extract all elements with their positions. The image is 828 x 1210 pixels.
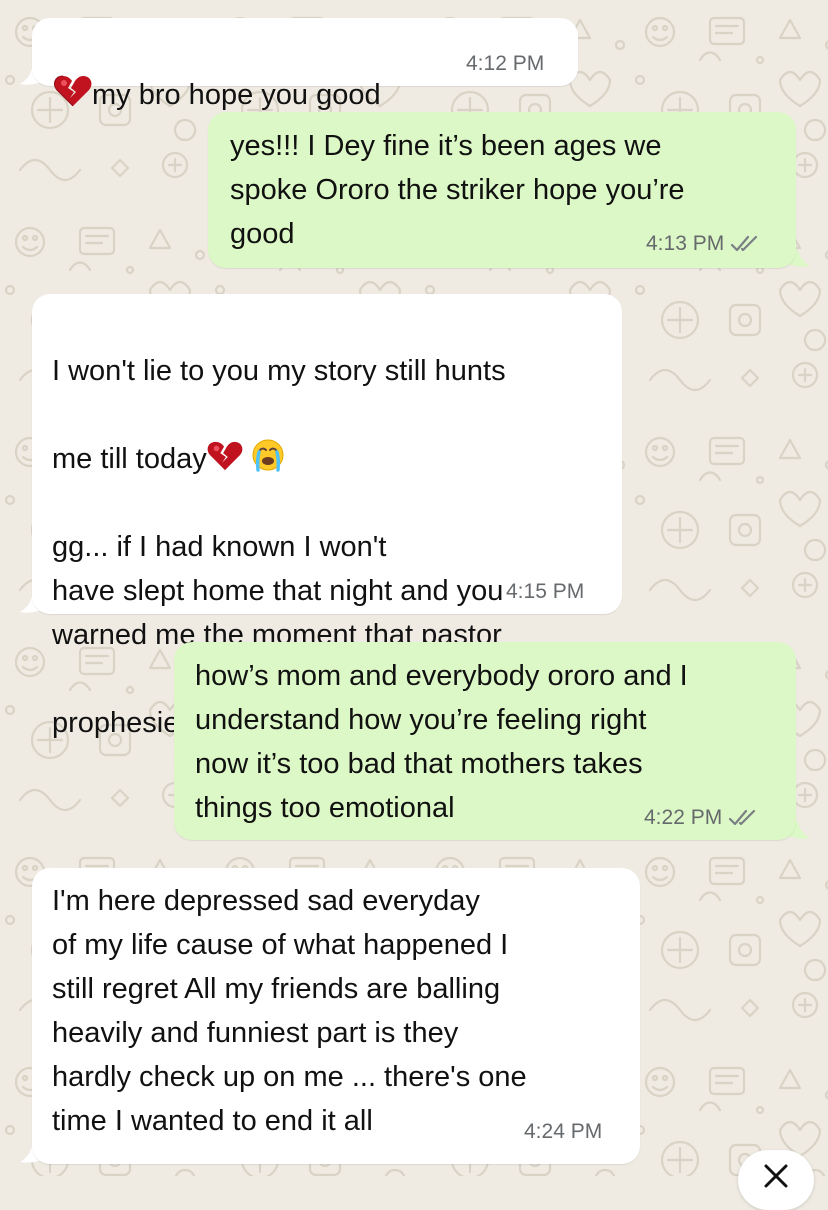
message-text: yes!!! I Dey fine it’s been ages we spok… <box>230 130 685 250</box>
close-button[interactable] <box>738 1150 814 1210</box>
message-time: 4:13 PM <box>646 232 725 255</box>
message-meta: 4:24 PM <box>524 1120 602 1144</box>
incoming-message[interactable]: I'm here depressed sad everyday of my li… <box>32 868 640 1164</box>
outgoing-message[interactable]: yes!!! I Dey fine it’s been ages we spok… <box>208 112 796 268</box>
close-icon <box>764 1164 788 1188</box>
message-meta: 4:13 PM <box>646 232 760 256</box>
outgoing-message[interactable]: how’s mom and everybody ororo and I unde… <box>174 642 796 840</box>
read-receipt-icon <box>729 809 756 826</box>
crying-face-icon <box>252 439 284 472</box>
read-receipt-icon <box>731 235 758 252</box>
message-text: how’s mom and everybody ororo and I unde… <box>195 660 688 824</box>
broken-heart-icon <box>54 75 92 107</box>
message-body: my bro hope you good <box>92 79 381 111</box>
message-time: 4:22 PM <box>644 806 723 829</box>
message-time: 4:15 PM <box>506 580 585 603</box>
message-time: 4:24 PM <box>524 1120 603 1143</box>
message-line: I won't lie to you my story still hunts <box>52 355 506 387</box>
message-line: me till today <box>52 443 207 475</box>
message-meta: 4:22 PM <box>644 806 758 830</box>
incoming-message[interactable]: my bro hope you good 4:12 PM <box>32 18 578 111</box>
message-time: 4:12 PM <box>466 52 545 75</box>
message-text: I'm here depressed sad everyday of my li… <box>52 885 527 1137</box>
message-meta: 4:12 PM <box>466 52 544 76</box>
broken-heart-icon <box>207 441 243 471</box>
incoming-message[interactable]: I won't lie to you my story still hunts … <box>32 294 622 739</box>
message-meta: 4:15 PM <box>506 580 584 604</box>
message-text: my bro hope you good <box>54 29 381 117</box>
message-lines: gg... if I had known I won't have slept … <box>52 531 504 651</box>
